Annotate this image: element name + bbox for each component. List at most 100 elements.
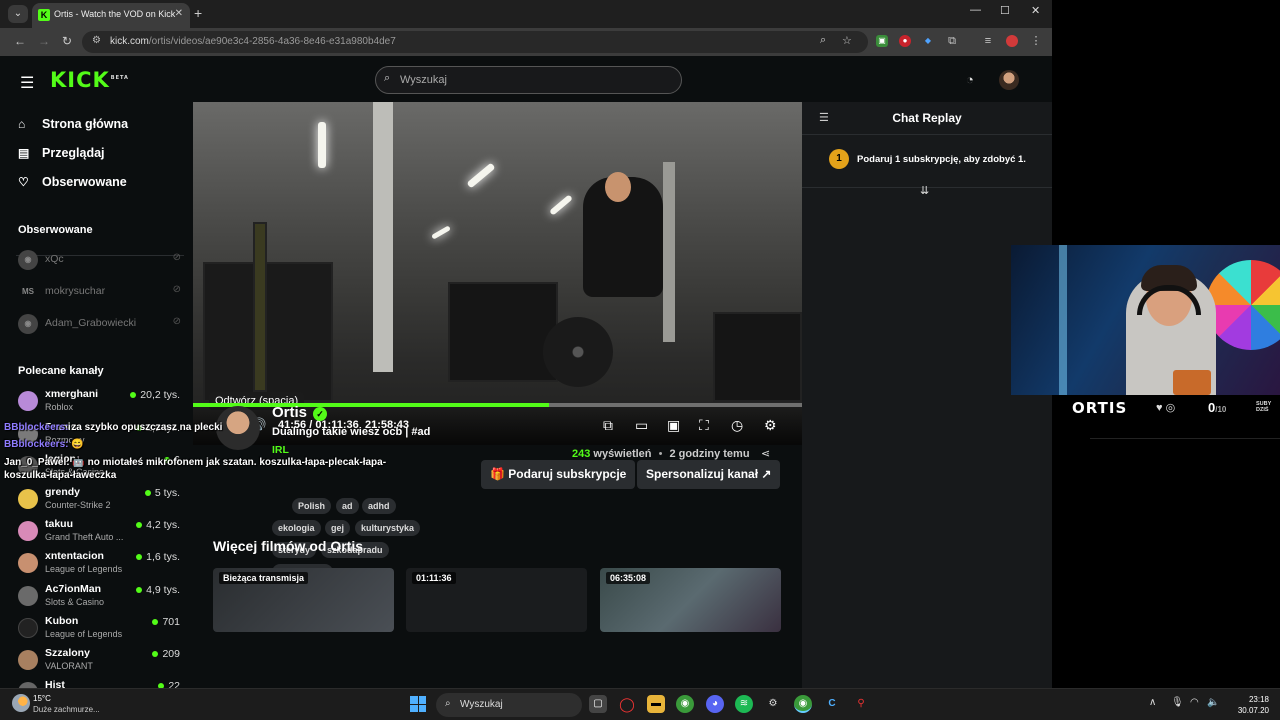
- recommended-channel[interactable]: Kubon League of Legends 701: [18, 614, 183, 642]
- tag[interactable]: kulturystyka: [355, 520, 421, 536]
- forward-icon[interactable]: →: [38, 34, 50, 48]
- zoom-icon[interactable]: ⌕: [820, 34, 826, 47]
- notifications-icon[interactable]: ◔: [966, 72, 974, 87]
- browser-tab[interactable]: K Ortis - Watch the VOD on Kick ✕: [32, 3, 190, 28]
- start-button-icon[interactable]: [410, 696, 426, 712]
- gift-subscription-button[interactable]: 🎁 Podaruj subskrypcje: [481, 460, 636, 489]
- recommended-channel[interactable]: xmerghani Roblox 20,2 tys.: [18, 387, 183, 415]
- video-category[interactable]: IRL: [272, 444, 289, 456]
- tag[interactable]: Polish: [292, 498, 332, 514]
- profile-icon[interactable]: [1006, 35, 1018, 47]
- media-controls-icon[interactable]: ≡: [982, 35, 994, 47]
- channel-avatar[interactable]: [216, 406, 260, 450]
- promo-text: Podaruj 1 subskrypcję, aby zdobyć 1.: [857, 154, 1026, 165]
- recommended-channel[interactable]: xntentacion League of Legends 1,6 tys.: [18, 549, 183, 577]
- live-dot-icon: [136, 554, 143, 561]
- steam-icon[interactable]: ⚙: [764, 695, 782, 713]
- sidebar-item-browse[interactable]: ▤ Przeglądaj: [18, 146, 105, 166]
- tab-search-button[interactable]: ⌄: [8, 5, 28, 23]
- chrome-active-icon[interactable]: ◉: [794, 695, 812, 713]
- site-search-input[interactable]: ⌕ Wyszukaj: [375, 66, 682, 94]
- sub-counter-label: SUBY DZIŚ: [1256, 401, 1272, 413]
- system-clock[interactable]: 23:18 30.07.20: [1229, 694, 1269, 716]
- speaker-icon[interactable]: 🔈: [1207, 697, 1219, 708]
- followed-heading: Obserwowane: [18, 224, 93, 236]
- close-tab-icon[interactable]: ✕: [175, 8, 183, 19]
- home-icon: ⌂: [18, 117, 26, 131]
- discord-icon[interactable]: ◕: [706, 695, 724, 713]
- fullscreen-icon[interactable]: ⛶: [699, 417, 709, 434]
- kick-logo[interactable]: KICKBETA: [50, 68, 129, 92]
- weather-icon[interactable]: [12, 694, 30, 712]
- tag[interactable]: adhd: [362, 498, 396, 514]
- user-avatar[interactable]: [999, 70, 1019, 90]
- gem-extension-icon[interactable]: ◆: [922, 35, 934, 47]
- taskbar-search[interactable]: ⌕ Wyszukaj: [436, 693, 582, 717]
- tag[interactable]: ad: [336, 498, 359, 514]
- back-icon[interactable]: ←: [14, 34, 26, 48]
- mic-icon[interactable]: 🎙: [1171, 697, 1184, 708]
- sidebar-item-following[interactable]: ♡ Obserwowane: [18, 175, 127, 195]
- browser-menu-icon[interactable]: ⋮: [1030, 35, 1042, 47]
- followed-channel[interactable]: MS mokrysuchar ⊘: [18, 280, 183, 302]
- spotify-icon[interactable]: ≋: [735, 695, 753, 713]
- theater-mode-icon[interactable]: ▭: [635, 417, 648, 434]
- channel-avatar: MS: [22, 287, 34, 296]
- expand-chat-icon[interactable]: ⇊: [920, 184, 929, 197]
- gift-sub-promo[interactable]: 1 Podaruj 1 subskrypcję, aby zdobyć 1.: [802, 136, 1052, 188]
- social-icons: ♥ ◎: [1156, 402, 1176, 414]
- maximize-icon[interactable]: ☐: [1000, 4, 1010, 17]
- hamburger-menu-icon[interactable]: ☰: [20, 73, 34, 93]
- recommended-channel[interactable]: Ac7ionMan Slots & Casino 4,9 tys.: [18, 582, 183, 610]
- video-thumbnail[interactable]: 06:35:08: [600, 568, 781, 632]
- tab-bar: ⌄ K Ortis - Watch the VOD on Kick ✕ + — …: [0, 0, 1052, 28]
- miniplayer-icon[interactable]: ⧉: [603, 417, 613, 434]
- tag[interactable]: gej: [325, 520, 351, 536]
- site-info-icon[interactable]: ⚙: [92, 35, 101, 46]
- sidebar-item-home[interactable]: ⌂ Strona główna: [18, 117, 128, 137]
- adblock-extension-icon[interactable]: ●: [899, 35, 911, 47]
- chat-header: ☰ Chat Replay: [802, 102, 1052, 135]
- share-icon[interactable]: ⋖: [761, 447, 770, 460]
- clip-icon[interactable]: ▣: [667, 417, 680, 434]
- webcam-overlay: [1011, 245, 1280, 395]
- tray-chevron-icon[interactable]: ∧: [1149, 697, 1156, 708]
- minimize-icon[interactable]: —: [970, 4, 981, 16]
- file-explorer-icon[interactable]: ▬: [647, 695, 665, 713]
- followed-channel[interactable]: ◉ Adam_Grabowiecki ⊘: [18, 312, 183, 334]
- followed-channel[interactable]: ◉ xQc ⊘: [18, 248, 183, 270]
- video-thumbnail[interactable]: Bieżąca transmisja: [213, 568, 394, 632]
- video-player[interactable]: Odtwórz (spacja) ▶ 🔊 41:56 / 01:11:36 21…: [193, 102, 802, 445]
- video-thumbnail[interactable]: 01:11:36: [406, 568, 587, 632]
- extensions-puzzle-icon[interactable]: ⧉: [946, 35, 958, 47]
- recommended-channel[interactable]: Szzalony VALORANT 209: [18, 646, 183, 674]
- ccleaner-icon[interactable]: C: [823, 695, 841, 713]
- settings-gear-icon[interactable]: ⚙: [764, 417, 777, 434]
- customize-channel-button[interactable]: Spersonalizuj kanał ↗: [637, 460, 781, 489]
- overlay-chat-line: koszulka-łapa-ławeczka: [4, 470, 117, 481]
- maps-pin-icon[interactable]: ⚲: [852, 695, 870, 713]
- reload-icon[interactable]: ↻: [62, 34, 72, 48]
- live-dot-icon: [136, 587, 143, 594]
- extension-icon[interactable]: ▣: [876, 35, 888, 47]
- channel-avatar: [18, 586, 38, 606]
- task-view-icon[interactable]: ▢: [589, 695, 607, 713]
- windows-taskbar: 15°C Duże zachmurze... ⌕ Wyszukaj ▢ ◯ ▬ …: [0, 688, 1280, 720]
- recommended-channel[interactable]: Hist 22: [18, 678, 183, 688]
- live-dot-icon: [136, 522, 143, 529]
- wifi-icon[interactable]: ◠: [1190, 697, 1199, 708]
- bookmark-star-icon[interactable]: ☆: [842, 34, 852, 47]
- new-tab-icon[interactable]: +: [194, 5, 202, 21]
- url-field[interactable]: ⚙ kick.com/ortis/videos/ae90e3c4-2856-4a…: [82, 31, 868, 53]
- sub-counter: 0/10: [1208, 400, 1227, 415]
- live-dot-icon: [152, 651, 159, 658]
- close-window-icon[interactable]: ✕: [1031, 4, 1040, 17]
- opera-icon[interactable]: ◯: [618, 695, 636, 713]
- tag[interactable]: ekologia: [272, 520, 321, 536]
- playback-speed-icon[interactable]: ◷: [731, 417, 743, 434]
- recommended-channel[interactable]: grendy Counter-Strike 25 tys.: [18, 485, 183, 513]
- channel-name[interactable]: Ortis: [272, 404, 307, 421]
- chrome-icon[interactable]: ◉: [676, 695, 694, 713]
- recommended-channel[interactable]: takuu Grand Theft Auto ... 4,2 tys.: [18, 517, 183, 545]
- sub-badge-icon: 1: [829, 149, 849, 169]
